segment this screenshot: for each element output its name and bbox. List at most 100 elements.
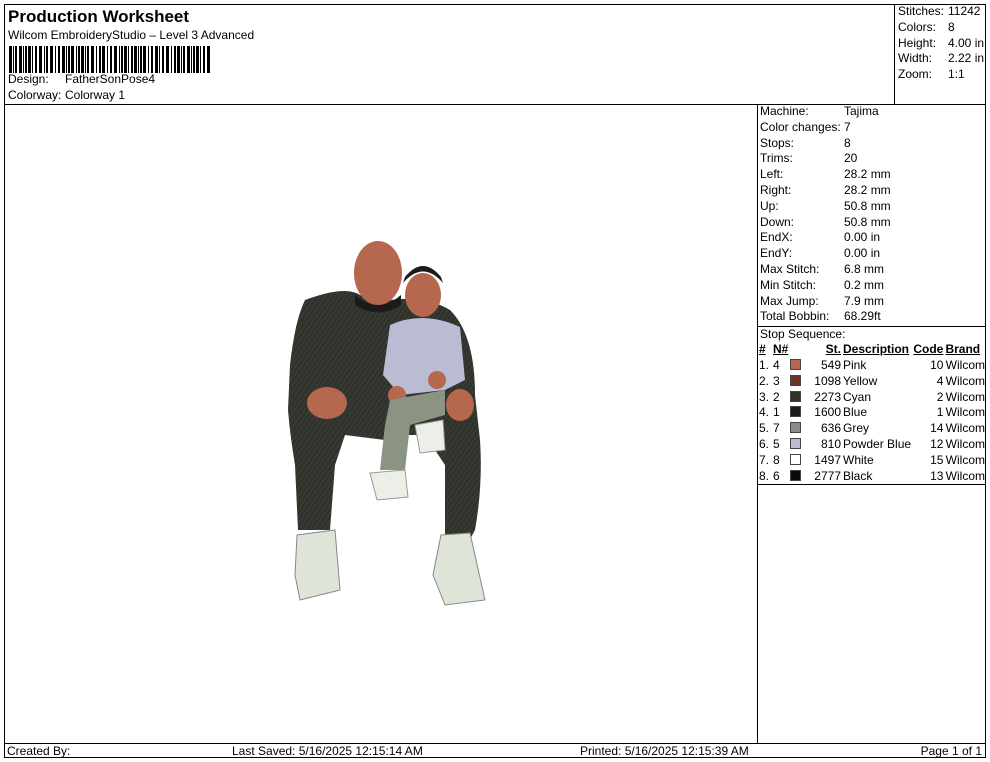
software-subtitle: Wilcom EmbroideryStudio – Level 3 Advanc… (8, 28, 255, 42)
info-label: Trims: (760, 151, 793, 166)
color-swatch (789, 406, 801, 418)
col-header-n: N# (773, 342, 789, 357)
created-by: Created By: (7, 744, 71, 758)
stop-sequence-row: 3. 2 2273 Cyan 2 Wilcom (758, 390, 986, 406)
stop-sequence-row: 2. 3 1098 Yellow 4 Wilcom (758, 374, 986, 390)
machine-info-row: Up: 50.8 mm (758, 199, 986, 215)
col-header-code: Code (913, 342, 944, 357)
stop-sequence-row: 5. 7 636 Grey 14 Wilcom (758, 421, 986, 437)
row-number: 8. (759, 468, 770, 483)
thread-brand: Wilcom (945, 421, 985, 436)
design-label: Design: (8, 72, 49, 86)
stitch-count: 549 (820, 357, 841, 372)
color-code: 12 (930, 436, 944, 451)
info-label: Max Stitch: (760, 261, 820, 276)
row-number: 7. (759, 452, 770, 467)
stop-sequence-header-row: # N# St. Description Code Brand (758, 342, 986, 358)
color-swatch (789, 437, 801, 449)
color-description: Black (843, 468, 873, 483)
color-description: White (843, 452, 874, 467)
stop-sequence-row: 1. 4 549 Pink 10 Wilcom (758, 358, 986, 374)
needle-cell: 7 (772, 421, 804, 437)
thread-brand: Wilcom (945, 452, 985, 467)
machine-info-row: Trims: 20 (758, 151, 986, 167)
stop-sequence-table: # N# St. Description Code Brand 1. 4 549 P… (758, 342, 986, 484)
design-value: FatherSonPose4 (65, 72, 156, 86)
summary-stats: Stitches: 11242 Colors: 8 Height: 4.00 in Widt… (896, 4, 986, 83)
color-code: 10 (930, 357, 944, 372)
machine-info-row: Max Stitch: 6.8 mm (758, 262, 986, 278)
summary-value: 11242 (948, 4, 981, 18)
thread-brand: Wilcom (945, 405, 985, 420)
summary-row: Zoom: 1:1 (896, 67, 986, 83)
col-header-st: St. (825, 342, 841, 357)
machine-info-row: Min Stitch: 0.2 mm (758, 278, 986, 294)
needle-cell: 2 (772, 390, 804, 406)
info-value: 0.00 in (844, 246, 881, 261)
needle-number: 1 (773, 405, 780, 420)
stop-sequence-row: 4. 1 1600 Blue 1 Wilcom (758, 405, 986, 421)
color-code: 13 (930, 468, 944, 483)
needle-cell: 5 (772, 437, 804, 453)
needle-cell: 1 (772, 405, 804, 421)
design-preview (5, 105, 757, 743)
page-number: Page 1 of 1 (920, 744, 982, 758)
row-number: 6. (759, 436, 770, 451)
needle-number: 2 (773, 389, 780, 404)
stitch-count: 2777 (814, 468, 841, 483)
color-description: Pink (843, 357, 867, 372)
needle-number: 4 (773, 357, 780, 372)
info-label: Color changes: (760, 119, 841, 134)
needle-number: 5 (773, 436, 780, 451)
row-number: 2. (759, 373, 770, 388)
worksheet-footer: Created By: Last Saved: 5/16/2025 12:15:… (4, 743, 986, 758)
worksheet-header: Production Worksheet Wilcom EmbroiderySt… (4, 4, 895, 104)
needle-cell: 3 (772, 374, 804, 390)
thread-brand: Wilcom (945, 468, 985, 483)
color-swatch (789, 422, 801, 434)
table-bottom-divider (758, 484, 986, 486)
colorway-value: Colorway 1 (65, 88, 126, 102)
stitch-count: 1098 (814, 373, 841, 388)
info-label: EndY: (760, 246, 793, 261)
summary-row: Height: 4.00 in (896, 36, 986, 52)
stop-sequence-row: 7. 8 1497 White 15 Wilcom (758, 453, 986, 469)
needle-number: 7 (773, 421, 780, 436)
color-description: Blue (843, 405, 868, 420)
needle-number: 3 (773, 373, 780, 388)
machine-info-row: Max Jump: 7.9 mm (758, 294, 986, 310)
info-label: Total Bobbin: (760, 309, 830, 324)
info-label: Up: (760, 198, 779, 213)
info-value: 0.2 mm (844, 277, 885, 292)
col-header-brand: Brand (945, 342, 981, 357)
design-row: Design: FatherSonPose4 (8, 72, 155, 86)
stitch-count: 2273 (814, 389, 841, 404)
summary-label: Stitches: (898, 4, 945, 18)
machine-info-row: Stops: 8 (758, 136, 986, 152)
machine-info-row: Right: 28.2 mm (758, 183, 986, 199)
color-swatch (789, 390, 801, 402)
info-label: Left: (760, 167, 784, 182)
color-swatch (789, 469, 801, 481)
summary-value: 1:1 (948, 67, 965, 82)
color-swatch (789, 374, 801, 386)
col-header-description: Description (843, 342, 910, 357)
stitch-count: 636 (820, 421, 841, 436)
embroidery-design-image (288, 241, 486, 606)
summary-row: Width: 2.22 in (896, 51, 986, 67)
stop-sequence-row: 8. 6 2777 Black 13 Wilcom (758, 469, 986, 485)
row-number: 1. (759, 357, 770, 372)
info-label: Right: (760, 182, 792, 197)
thread-brand: Wilcom (945, 373, 985, 388)
needle-cell: 4 (772, 358, 804, 374)
colorway-label: Colorway: (8, 88, 62, 102)
info-value: 28.2 mm (844, 182, 891, 197)
summary-label: Width: (898, 51, 933, 66)
info-label: Stops: (760, 135, 795, 150)
info-label: Min Stitch: (760, 277, 817, 292)
summary-value: 8 (948, 19, 955, 34)
color-description: Cyan (843, 389, 872, 404)
needle-number: 8 (773, 452, 780, 467)
info-value: 6.8 mm (844, 261, 885, 276)
summary-label: Zoom: (898, 67, 933, 82)
